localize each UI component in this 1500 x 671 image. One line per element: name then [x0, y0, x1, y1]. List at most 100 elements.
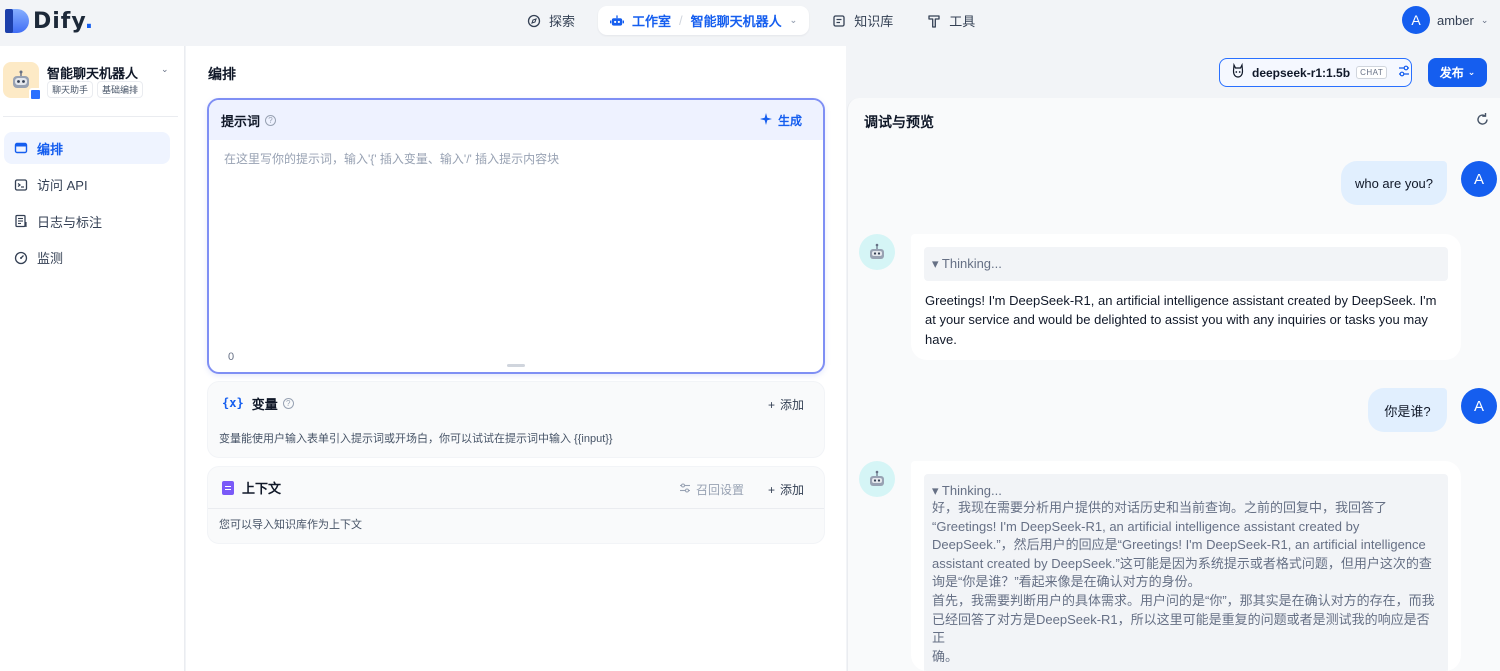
model-icon [1230, 62, 1246, 82]
variables-card: {x} 变量 ? + 添加 变量能使用户输入表单引入提示词或开场白，你可以试试在… [207, 381, 825, 458]
answer-line: at your service and would be delighted t… [925, 312, 1428, 328]
context-card: 上下文 召回设置 + 添加 您可以导入知识库作为上下文 [207, 466, 825, 544]
gauge-icon [14, 251, 28, 265]
thinking-toggle[interactable]: ▾ Thinking... [932, 483, 1440, 499]
layout-icon [14, 141, 28, 155]
answer-line: Greetings! I'm DeepSeek-R1, an artificia… [925, 293, 1437, 308]
sidebar-item-label: 编排 [37, 141, 64, 157]
app-tag: 聊天助手 [47, 81, 94, 98]
variable-icon: {x} [222, 396, 244, 410]
thinking-line: assistant created by DeepSeek.”这可能是因为系统提… [932, 555, 1432, 571]
chevron-down-icon: ⌄ [789, 15, 798, 25]
account-menu[interactable]: A amber ⌄ [1402, 6, 1488, 34]
generate-button[interactable]: 生成 [759, 112, 802, 129]
dify-logo[interactable]: Dify. [5, 7, 94, 35]
divider [3, 116, 178, 117]
sparkle-icon [759, 113, 772, 128]
add-label: 添加 [779, 483, 804, 497]
debug-preview-panel: 调试与预览 who are you? A ▾ Thinking... Greet… [847, 98, 1500, 671]
chevron-down-icon: ⌄ [1480, 14, 1489, 25]
sidebar-item-label: 日志与标注 [37, 214, 103, 230]
user-message: 你是谁? [1368, 388, 1447, 432]
recall-label: 召回设置 [695, 483, 744, 497]
app-type-badge [29, 88, 42, 101]
add-context-button[interactable]: + 添加 [768, 481, 804, 498]
bot-message: ▾ Thinking... Greetings! I'm DeepSeek-R1… [911, 234, 1461, 360]
thinking-content: 好，我现在需要分析用户提供的对话历史和当前查询。之前的回复中，我回答了 “Gre… [932, 499, 1440, 666]
publish-button[interactable]: 发布 ⌄ [1428, 58, 1487, 87]
app-header[interactable]: 智能聊天机器人 ⌄ 聊天助手 基础编排 [3, 60, 178, 101]
nav-tools-label: 工具 [949, 14, 976, 29]
context-header: 上下文 召回设置 + 添加 [208, 467, 824, 509]
prompt-editor[interactable]: 提示词 ? 生成 在这里写你的提示词，输入'{' 插入变量、输入'/' 插入提示… [207, 98, 825, 374]
logo-dot: . [84, 8, 95, 34]
main-nav: 探索 工作室 / 智能聊天机器人 ⌄ 知识库 工具 [516, 6, 986, 35]
recall-settings-button[interactable]: 召回设置 [679, 481, 744, 498]
log-icon [14, 214, 28, 228]
terminal-icon [14, 178, 28, 192]
help-icon[interactable]: ? [265, 114, 277, 126]
orchestrate-panel: 编排 提示词 ? 生成 在这里写你的提示词，输入'{' 插入变量、输入'/' 插… [186, 46, 846, 671]
bot-message: ▾ Thinking... 好，我现在需要分析用户提供的对话历史和当前查询。之前… [911, 461, 1461, 671]
app-tag: 基础编排 [97, 81, 144, 98]
refresh-icon[interactable] [1475, 112, 1490, 131]
app-robot-icon [3, 62, 42, 101]
avatar: A [1402, 6, 1430, 34]
page-title: 编排 [208, 66, 236, 82]
sidebar-item-orchestrate[interactable]: 编排 [4, 132, 170, 164]
nav-studio[interactable]: 工作室 / 智能聊天机器人 ⌄ [598, 6, 810, 35]
thinking-toggle[interactable]: ▾ Thinking... [924, 247, 1448, 281]
nav-explore-label: 探索 [549, 14, 576, 29]
top-bar: Dify. 探索 工作室 / 智能聊天机器人 ⌄ 知识库 工具 A amber … [0, 0, 1500, 44]
plus-icon: + [767, 397, 775, 412]
thinking-line: 首先，我需要判断用户的具体需求。用户问的是“你”，那其实是在确认对方的存在，而我 [932, 592, 1435, 608]
user-avatar: A [1461, 388, 1497, 424]
nav-knowledge[interactable]: 知识库 [821, 6, 904, 35]
bot-avatar-icon [859, 234, 895, 270]
robot-icon [610, 14, 625, 28]
prompt-input[interactable]: 在这里写你的提示词，输入'{' 插入变量、输入'/' 插入提示内容块 [224, 150, 559, 167]
sliders-icon[interactable] [1397, 64, 1411, 81]
thinking-panel: ▾ Thinking... 好，我现在需要分析用户提供的对话历史和当前查询。之前… [924, 474, 1448, 671]
user-message: who are you? [1341, 161, 1447, 205]
sidebar-item-label: 监测 [37, 251, 64, 266]
variables-title: 变量 [251, 396, 278, 412]
nav-studio-label: 工作室 [632, 14, 672, 29]
thinking-line: 好，我现在需要分析用户提供的对话历史和当前查询。之前的回复中，我回答了 [932, 500, 1388, 515]
nav-explore[interactable]: 探索 [516, 6, 586, 35]
user-avatar: A [1461, 161, 1497, 197]
bot-avatar-icon [859, 461, 895, 497]
thinking-line: 确。 [932, 648, 959, 664]
settings-icon [679, 482, 691, 497]
answer-line: have. [925, 331, 957, 347]
debug-title: 调试与预览 [864, 114, 934, 130]
nav-tools[interactable]: 工具 [916, 6, 986, 35]
sidebar-menu: 编排 访问 API 日志与标注 监测 [4, 132, 170, 278]
logo-text: Dify [33, 8, 85, 34]
logo-mark-icon [5, 7, 29, 35]
context-title: 上下文 [242, 481, 282, 496]
app-name: 智能聊天机器人 [47, 66, 139, 81]
resize-handle[interactable] [507, 364, 525, 367]
sidebar-item-logs[interactable]: 日志与标注 [4, 205, 170, 237]
nav-current-app[interactable]: 智能聊天机器人 [691, 11, 782, 30]
compass-icon [527, 14, 541, 28]
add-variable-button[interactable]: + 添加 [768, 396, 804, 413]
model-selector[interactable]: deepseek-r1:1.5b CHAT [1219, 58, 1412, 87]
thinking-line: 已经回答了对方是DeepSeek-R1，所以这里可能是重复的问题或者是测试我的响… [932, 611, 1430, 646]
help-icon[interactable]: ? [282, 397, 294, 409]
chevron-down-icon[interactable]: ⌄ [161, 64, 169, 75]
context-description: 您可以导入知识库作为上下文 [219, 519, 362, 531]
prompt-header: 提示词 ? 生成 [209, 100, 823, 140]
variables-header: {x} 变量 ? + 添加 [208, 382, 824, 424]
thinking-line: 询是“你是谁？”看起来像是在确认对方的身份。 [932, 574, 1201, 590]
sidebar-item-api[interactable]: 访问 API [4, 169, 170, 201]
chevron-down-icon: ⌄ [1467, 67, 1476, 77]
nav-knowledge-label: 知识库 [854, 14, 894, 29]
generate-label: 生成 [777, 114, 802, 128]
char-count: 0 [228, 351, 235, 363]
thinking-line: “Greetings! I'm DeepSeek-R1, an artifici… [932, 518, 1360, 534]
sidebar-item-monitor[interactable]: 监测 [4, 242, 170, 274]
hammer-icon [927, 14, 941, 28]
nav-separator: / [679, 13, 683, 28]
